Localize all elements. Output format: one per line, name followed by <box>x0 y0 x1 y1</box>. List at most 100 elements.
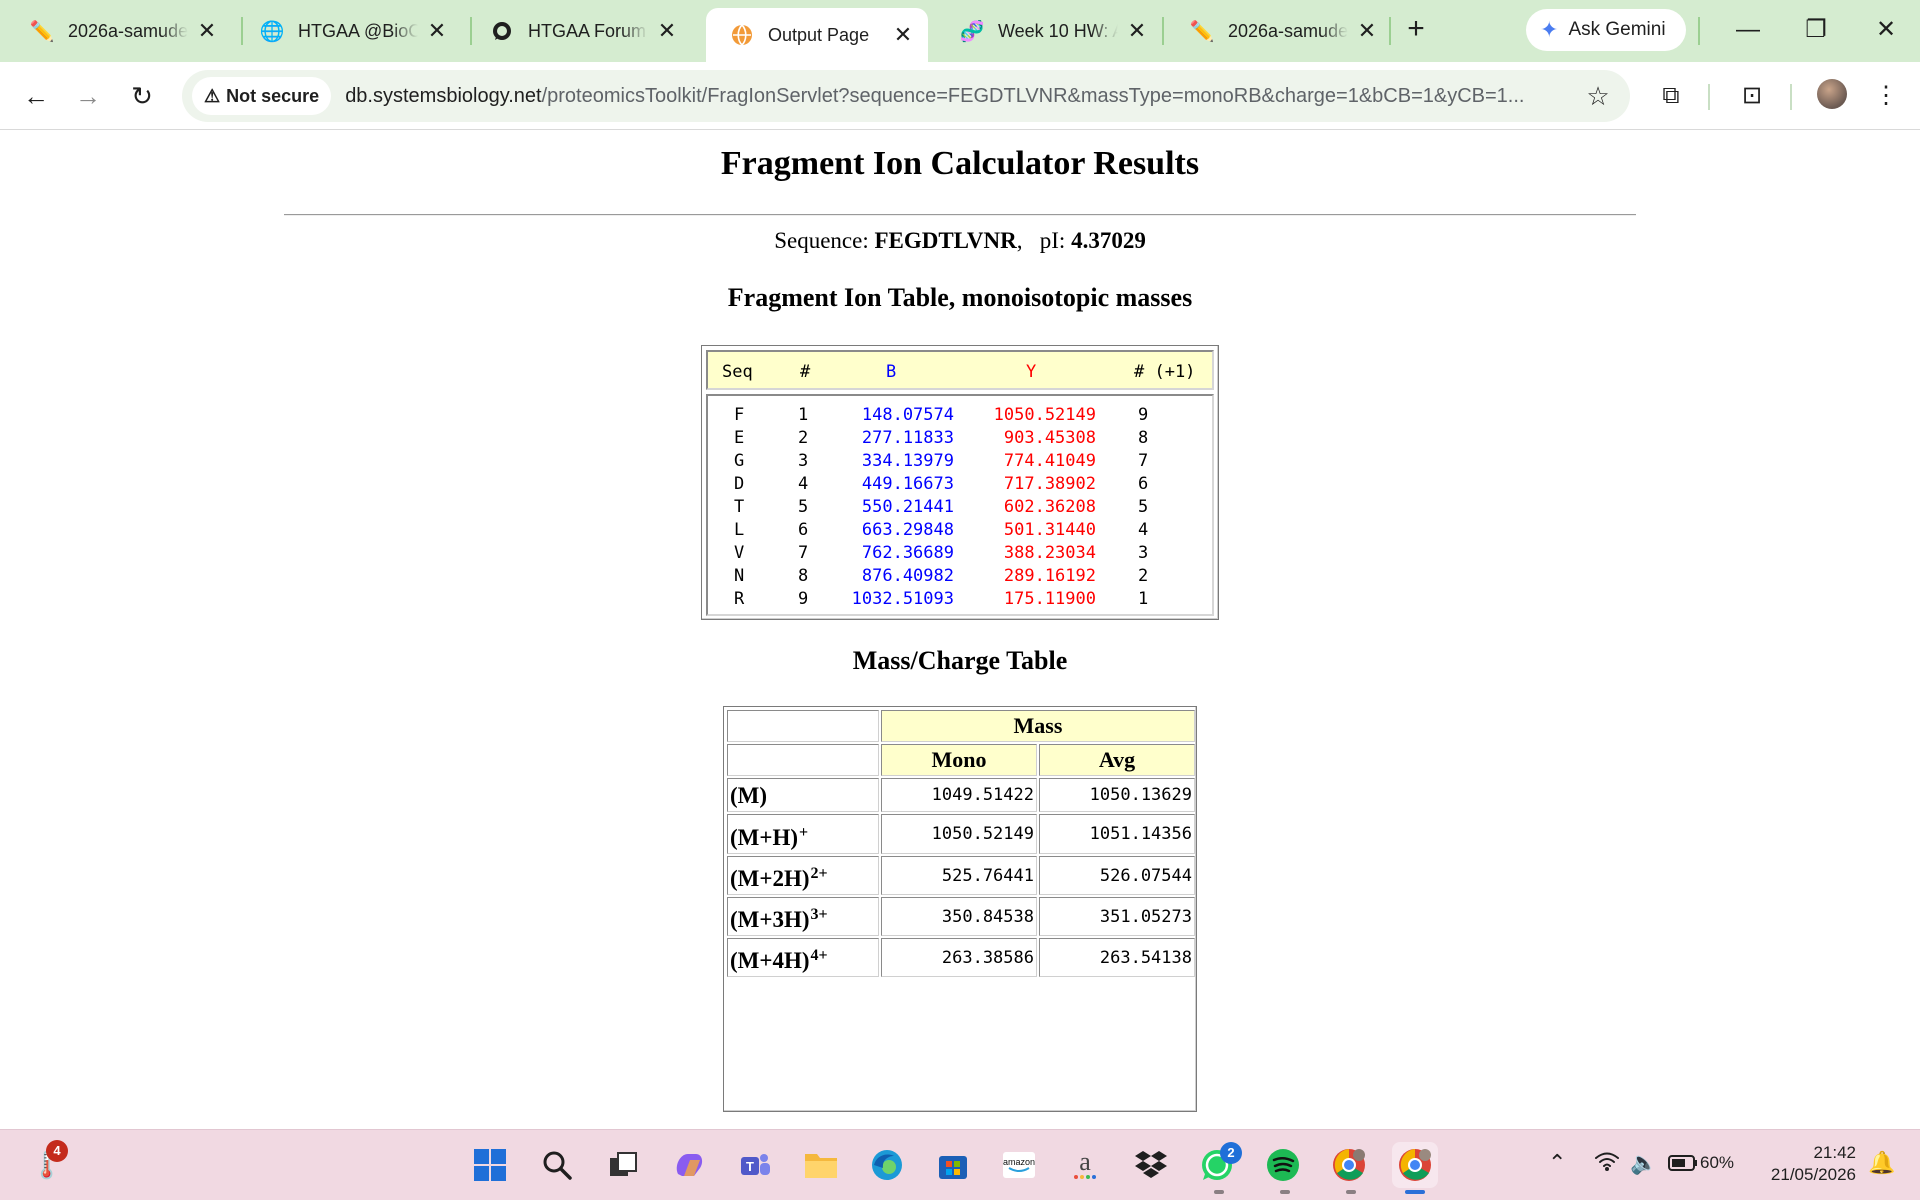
charge-superscript: 4+ <box>810 947 828 964</box>
active-indicator <box>1405 1190 1425 1194</box>
mass-row-label: (M+4H) 4+ <box>727 938 879 977</box>
running-indicator <box>1280 1190 1290 1194</box>
clock-time: 21:42 <box>1813 1143 1856 1162</box>
spotify-icon[interactable] <box>1260 1142 1306 1188</box>
header-seq: Seq <box>722 362 753 382</box>
row-y-ion: 1050.52149 <box>993 405 1096 425</box>
task-view-icon[interactable] <box>600 1142 646 1188</box>
show-hidden-icons-icon[interactable]: ⌃ <box>1548 1150 1566 1176</box>
wifi-icon[interactable] <box>1594 1150 1620 1178</box>
header-y: Y <box>1026 362 1037 382</box>
mass-row-label: (M+2H) 2+ <box>727 856 879 895</box>
row-b-ion: 876.40982 <box>861 566 954 586</box>
globe-icon: 🌐 <box>259 20 285 43</box>
row-seq: L <box>734 520 745 540</box>
amazon-app-icon[interactable]: a <box>1062 1142 1108 1188</box>
row-y-ion: 774.41049 <box>1003 451 1096 471</box>
empty-header-cell <box>727 744 879 776</box>
site-info-button[interactable]: ⚠ Not secure <box>192 77 332 115</box>
mass-mono-value: 263.38586 <box>881 938 1037 977</box>
row-y-ion: 388.23034 <box>1003 543 1096 563</box>
close-tab-icon[interactable]: ✕ <box>426 20 448 42</box>
mass-avg-value: 526.07544 <box>1039 856 1195 895</box>
toolbar-separator <box>1790 84 1792 110</box>
toolbar-separator <box>1708 84 1710 110</box>
minimize-icon[interactable]: — <box>1728 10 1768 50</box>
close-tab-icon[interactable]: ✕ <box>892 24 914 46</box>
tab-2026a-samuden-1[interactable]: ✏️ 2026a-samuden ✕ <box>6 9 232 53</box>
row-b-ion: 148.07574 <box>861 405 954 425</box>
tab-search-icon[interactable]: ⊡ <box>1732 76 1772 116</box>
microsoft-store-icon[interactable] <box>930 1142 976 1188</box>
url-text[interactable]: db.systemsbiology.net/proteomicsToolkit/… <box>345 85 1575 108</box>
close-tab-icon[interactable]: ✕ <box>196 20 218 42</box>
ask-gemini-button[interactable]: ✦ Ask Gemini <box>1526 9 1686 51</box>
row-num: 1 <box>798 405 809 425</box>
warning-triangle-icon: ⚠ <box>204 85 221 106</box>
tab-week-10-hw[interactable]: 🧬 Week 10 HW: A ✕ <box>936 9 1162 53</box>
close-tab-icon[interactable]: ✕ <box>1356 20 1378 42</box>
profile-avatar[interactable] <box>1817 79 1847 109</box>
chrome-profile-icon[interactable] <box>1326 1142 1372 1188</box>
row-b-ion: 663.29848 <box>861 520 954 540</box>
header-b: B <box>886 362 897 382</box>
edge-icon[interactable] <box>864 1142 910 1188</box>
tab-htgaa-forum[interactable]: HTGAA Forum ✕ <box>466 9 692 53</box>
close-tab-icon[interactable]: ✕ <box>1126 20 1148 42</box>
fragment-ion-table: Seq # B Y # (+1) F 1 148.07574 1050.52149 9 E… <box>701 345 1219 620</box>
mass-mono-value: 350.84538 <box>881 897 1037 936</box>
tab-2026a-samuden-2[interactable]: ✏️ 2026a-samuden ✕ <box>1166 9 1392 53</box>
system-clock[interactable]: 21:42 21/05/2026 <box>1752 1142 1856 1186</box>
windows-start-icon[interactable] <box>467 1142 513 1188</box>
bookmark-star-icon[interactable]: ☆ <box>1582 80 1614 112</box>
row-seq: G <box>734 451 745 471</box>
restore-icon[interactable]: ❐ <box>1796 10 1836 50</box>
tab-htgaa-biocl[interactable]: 🌐 HTGAA @BioCl ✕ <box>236 9 462 53</box>
row-seq: D <box>734 474 745 494</box>
notifications-bell-icon[interactable]: 🔔 <box>1868 1150 1895 1176</box>
row-num: 8 <box>798 566 809 586</box>
amazon-icon[interactable]: amazon <box>996 1142 1042 1188</box>
windows-taskbar: 🌡️ 4 T amazon a 2 ⌃ 🔈 60% 21:42 21/05/20… <box>0 1129 1920 1200</box>
row-y-ion: 903.45308 <box>1003 428 1096 448</box>
forward-icon[interactable]: → <box>66 74 110 118</box>
tab-title: HTGAA @BioCl <box>298 20 418 41</box>
fragment-table-heading: Fragment Ion Table, monoisotopic masses <box>727 283 1193 312</box>
search-icon[interactable] <box>534 1142 580 1188</box>
row-y-ion: 717.38902 <box>1003 474 1096 494</box>
clock-date: 21/05/2026 <box>1770 1165 1856 1184</box>
close-window-icon[interactable]: ✕ <box>1866 10 1906 50</box>
mono-header: Mono <box>881 744 1037 776</box>
orange-globe-icon <box>730 23 754 47</box>
file-explorer-icon[interactable] <box>798 1142 844 1188</box>
row-num: 6 <box>798 520 809 540</box>
mass-mono-value: 1050.52149 <box>881 814 1037 854</box>
mass-group-header: Mass <box>881 710 1195 742</box>
extensions-icon[interactable]: ⧉ <box>1651 76 1691 116</box>
dropbox-icon[interactable] <box>1128 1142 1174 1188</box>
close-tab-icon[interactable]: ✕ <box>656 20 678 42</box>
back-icon[interactable]: ← <box>14 74 58 118</box>
tab-output-page[interactable]: Output Page ✕ <box>706 8 928 62</box>
tab-separator <box>1389 17 1391 45</box>
copilot-icon[interactable] <box>666 1142 712 1188</box>
row-b-ion: 550.21441 <box>861 497 954 517</box>
row-seq: F <box>734 405 745 425</box>
charge-superscript: 3+ <box>810 906 828 923</box>
teams-icon[interactable]: T <box>732 1142 778 1188</box>
pi-label: pI: <box>1039 228 1066 253</box>
new-tab-button[interactable]: + <box>1398 12 1434 48</box>
mass-row-label: (M) <box>727 778 879 812</box>
tab-title: 2026a-samuden <box>1228 20 1348 41</box>
address-bar[interactable]: ⚠ Not secure db.systemsbiology.net/prote… <box>182 70 1630 122</box>
more-menu-icon[interactable]: ⋮ <box>1866 76 1906 116</box>
dna-icon: 🧬 <box>959 20 985 43</box>
row-num-plus1: 7 <box>1138 451 1149 471</box>
volume-icon[interactable]: 🔈 <box>1630 1150 1657 1176</box>
chrome-active-icon[interactable] <box>1392 1142 1438 1188</box>
tab-title: HTGAA Forum <box>528 20 647 41</box>
row-num-plus1: 3 <box>1138 543 1149 563</box>
battery-icon[interactable] <box>1668 1152 1698 1178</box>
reload-icon[interactable]: ↻ <box>120 74 164 118</box>
fragment-row: F 1 148.07574 1050.52149 9 <box>708 405 1212 428</box>
